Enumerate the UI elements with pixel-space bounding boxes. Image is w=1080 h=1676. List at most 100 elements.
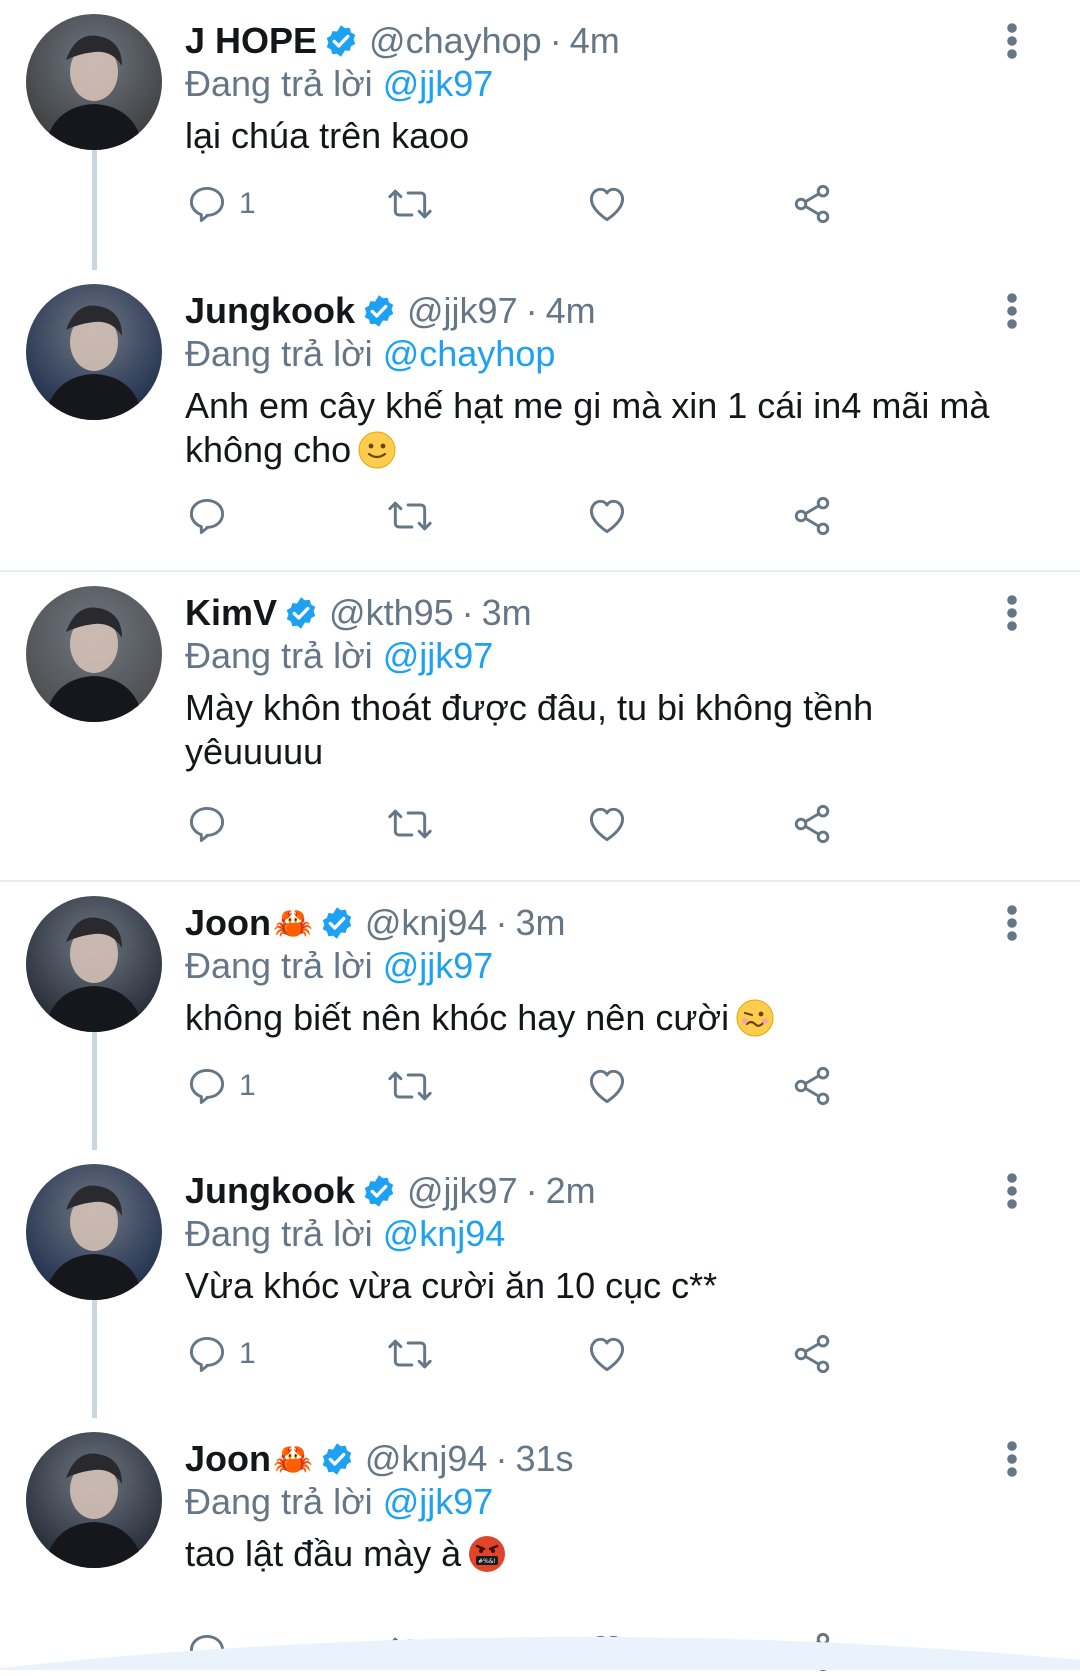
timestamp[interactable]: 31s <box>515 1438 573 1480</box>
cursing-emoji-icon: #%&! <box>467 1534 507 1574</box>
reply-count: 1 <box>239 187 256 220</box>
retweet-icon <box>385 494 435 538</box>
retweet-button[interactable] <box>385 492 435 540</box>
tweet-header: Jungkook @jjk97 · 4m <box>185 290 1020 332</box>
share-button[interactable] <box>790 180 834 228</box>
share-button[interactable] <box>790 1062 834 1110</box>
user-handle[interactable]: @knj94 <box>365 1438 488 1480</box>
tweet[interactable]: Jungkook @jjk97 · 4m Đang trả lời @chayhop An… <box>0 270 1080 572</box>
like-button[interactable] <box>585 1062 629 1110</box>
retweet-icon <box>385 1064 435 1108</box>
reply-button[interactable] <box>185 492 229 540</box>
tweet-actions <box>185 492 885 540</box>
retweet-icon <box>385 182 435 226</box>
replying-to: Đang trả lời @chayhop <box>185 332 1020 376</box>
reply-icon <box>185 1064 229 1108</box>
mention-link[interactable]: @knj94 <box>383 1213 506 1254</box>
slightly-smiling-emoji-icon <box>357 430 397 470</box>
display-name[interactable]: Jungkook <box>185 1170 355 1212</box>
user-handle[interactable]: @jjk97 <box>407 1170 518 1212</box>
like-button[interactable] <box>585 1330 629 1378</box>
tweet-text: Mày khôn thoát được đâu, tu bi không tền… <box>185 686 1020 774</box>
retweet-icon <box>385 802 435 846</box>
more-vertical-icon[interactable] <box>1004 292 1020 330</box>
retweet-button[interactable] <box>385 1330 435 1378</box>
reply-button[interactable]: 1 <box>185 1062 256 1110</box>
display-name[interactable]: Joon <box>185 1438 271 1480</box>
replying-to-label: Đang trả lời <box>185 1481 373 1522</box>
timestamp[interactable]: 4m <box>546 290 596 332</box>
avatar[interactable] <box>26 1164 162 1300</box>
user-handle[interactable]: @chayhop <box>369 20 542 62</box>
user-handle[interactable]: @jjk97 <box>407 290 518 332</box>
tweet-content: Joon 🦀 @knj94 · 31s Đang trả lời @jjk97 tao lậ… <box>185 1438 1020 1576</box>
separator-dot: · <box>525 290 538 331</box>
replying-to-label: Đang trả lời <box>185 1213 373 1254</box>
mention-link[interactable]: @jjk97 <box>383 63 494 104</box>
share-button[interactable] <box>790 800 834 848</box>
more-vertical-icon[interactable] <box>1004 1440 1020 1478</box>
mention-link[interactable]: @chayhop <box>383 333 556 374</box>
share-button[interactable] <box>790 1330 834 1378</box>
verified-badge-icon <box>319 1441 355 1477</box>
more-vertical-icon[interactable] <box>1004 594 1020 632</box>
display-name[interactable]: Jungkook <box>185 290 355 332</box>
avatar[interactable] <box>26 284 162 420</box>
reply-button[interactable]: 1 <box>185 1330 256 1378</box>
tweet-header: Jungkook @jjk97 · 2m <box>185 1170 1020 1212</box>
retweet-button[interactable] <box>385 800 435 848</box>
verified-badge-icon <box>319 905 355 941</box>
avatar[interactable] <box>26 14 162 150</box>
user-handle[interactable]: @kth95 <box>329 592 454 634</box>
tweet[interactable]: J HOPE @chayhop · 4m Đang trả lời @jjk97 lại … <box>0 0 1080 270</box>
user-handle[interactable]: @knj94 <box>365 902 488 944</box>
timestamp[interactable]: 3m <box>482 592 532 634</box>
like-button[interactable] <box>585 800 629 848</box>
mention-link[interactable]: @jjk97 <box>383 1481 494 1522</box>
thread-connector-line <box>92 1300 97 1418</box>
replying-to-label: Đang trả lời <box>185 635 373 676</box>
thread-connector-line <box>92 150 97 270</box>
separator-dot: · <box>495 902 508 943</box>
replying-to: Đang trả lời @knj94 <box>185 1212 1020 1256</box>
tweet-body: lại chúa trên kaoo <box>185 115 470 156</box>
share-icon <box>790 802 834 846</box>
tweet[interactable]: KimV @kth95 · 3m Đang trả lời @jjk97 Mày khôn… <box>0 572 1080 882</box>
reply-button[interactable] <box>185 800 229 848</box>
tweet-text: tao lật đầu mày à #%&! <box>185 1532 1020 1576</box>
timestamp[interactable]: 4m <box>570 20 620 62</box>
avatar[interactable] <box>26 586 162 722</box>
replying-to: Đang trả lời @jjk97 <box>185 634 1020 678</box>
share-button[interactable] <box>790 492 834 540</box>
timestamp[interactable]: 3m <box>515 902 565 944</box>
tweet[interactable]: Joon 🦀 @knj94 · 3m Đang trả lời @jjk97 không b… <box>0 882 1080 1150</box>
timestamp[interactable]: 2m <box>546 1170 596 1212</box>
tweet-header: Joon 🦀 @knj94 · 31s <box>185 1438 1020 1480</box>
mention-link[interactable]: @jjk97 <box>383 635 494 676</box>
replying-to: Đang trả lời @jjk97 <box>185 62 1020 106</box>
reply-icon <box>185 802 229 846</box>
display-name[interactable]: J HOPE <box>185 20 317 62</box>
tweet-body: Vừa khóc vừa cười ăn 10 cục c** <box>185 1265 718 1306</box>
separator-dot: · <box>461 592 474 633</box>
more-vertical-icon[interactable] <box>1004 904 1020 942</box>
display-name[interactable]: KimV <box>185 592 277 634</box>
retweet-button[interactable] <box>385 180 435 228</box>
bottom-fade-decoration <box>0 1636 1080 1670</box>
like-button[interactable] <box>585 180 629 228</box>
svg-text:#%&!: #%&! <box>478 1558 496 1565</box>
replying-to: Đang trả lời @jjk97 <box>185 944 1020 988</box>
avatar[interactable] <box>26 1432 162 1568</box>
tweet[interactable]: Jungkook @jjk97 · 2m Đang trả lời @knj94 Vừa … <box>0 1150 1080 1418</box>
display-name[interactable]: Joon <box>185 902 271 944</box>
retweet-button[interactable] <box>385 1062 435 1110</box>
separator-dot: · <box>549 20 562 61</box>
like-button[interactable] <box>585 492 629 540</box>
avatar[interactable] <box>26 896 162 1032</box>
tweet-actions: 1 <box>185 180 885 228</box>
tweet-content: Joon 🦀 @knj94 · 3m Đang trả lời @jjk97 không b… <box>185 902 1020 1040</box>
more-vertical-icon[interactable] <box>1004 1172 1020 1210</box>
mention-link[interactable]: @jjk97 <box>383 945 494 986</box>
reply-button[interactable]: 1 <box>185 180 256 228</box>
more-vertical-icon[interactable] <box>1004 22 1020 60</box>
